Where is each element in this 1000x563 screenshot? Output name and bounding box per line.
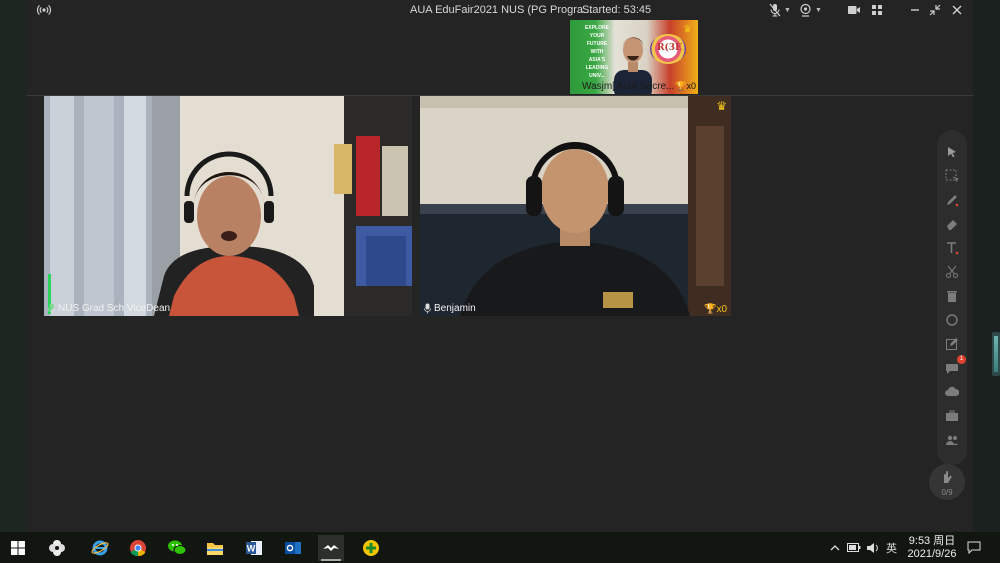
- internet-explorer-icon[interactable]: [87, 535, 113, 561]
- raise-hand-button[interactable]: 0/9: [929, 464, 965, 500]
- trophy-count: 🏆x0: [703, 304, 727, 315]
- edit-note-icon[interactable]: [944, 336, 960, 352]
- chevron-down-icon[interactable]: ▼: [815, 7, 822, 14]
- eraser-icon[interactable]: [944, 216, 960, 232]
- chevron-down-icon[interactable]: ▼: [784, 7, 791, 14]
- wechat-icon[interactable]: [164, 535, 190, 561]
- green-plus-app-icon[interactable]: [358, 535, 384, 561]
- participant-video: [44, 96, 412, 316]
- mic-icon: [48, 303, 55, 314]
- chrome-icon[interactable]: [125, 535, 151, 561]
- mic-muted-icon[interactable]: ▼: [769, 3, 791, 17]
- broadcast-icon[interactable]: [36, 3, 52, 17]
- restore-icon[interactable]: [929, 3, 941, 17]
- chat-icon[interactable]: 1: [944, 355, 966, 376]
- svg-text:W: W: [247, 544, 256, 554]
- battery-icon[interactable]: [847, 532, 861, 563]
- crown-icon: ♛: [716, 99, 727, 113]
- word-icon[interactable]: W: [241, 535, 267, 561]
- hand-icon: [944, 471, 952, 485]
- annotation-toolbar: 1: [937, 130, 967, 465]
- file-explorer-icon[interactable]: [202, 535, 228, 561]
- window-title: AUA EduFair2021 NUS (PG Progra...: [410, 4, 593, 16]
- notification-icon[interactable]: [967, 532, 981, 563]
- outlook-icon[interactable]: [280, 535, 306, 561]
- pen-icon[interactable]: [944, 192, 960, 208]
- webcam-icon[interactable]: ▼: [799, 3, 822, 17]
- scissors-icon[interactable]: [944, 264, 960, 280]
- participant-name-label: NUS Grad Sch ViceDean: [48, 302, 170, 315]
- toolbox-icon[interactable]: [944, 408, 960, 424]
- side-panel-handle[interactable]: [992, 332, 1000, 376]
- mic-icon: [424, 303, 431, 314]
- record-icon[interactable]: [944, 312, 960, 328]
- trophy-icon: 🏆x0: [675, 81, 696, 91]
- windows-start-icon[interactable]: [5, 535, 31, 561]
- windows-taskbar: W 英 9:53 周日 2021/9/26: [0, 532, 1000, 563]
- participant-video: [420, 96, 731, 316]
- tray-overflow-icon[interactable]: [830, 532, 840, 563]
- minimize-icon[interactable]: [909, 3, 921, 17]
- presenter-thumbnail[interactable]: EXPLORE YOUR FUTURE WITH ASIA'S LEADING …: [570, 20, 698, 94]
- participant-name-label: Benjamin: [424, 302, 476, 315]
- text-icon[interactable]: [944, 240, 960, 256]
- meeting-window: AUA EduFair2021 NUS (PG Progra... Starte…: [27, 0, 973, 532]
- title-bar: AUA EduFair2021 NUS (PG Progra... Starte…: [27, 0, 973, 20]
- thumbnail-banner-text: EXPLORE YOUR FUTURE WITH ASIA'S LEADING …: [585, 25, 609, 79]
- crown-icon: ♛: [683, 24, 692, 35]
- desktop-right-edge: [973, 0, 1000, 532]
- volume-icon[interactable]: [866, 532, 880, 563]
- system-clock[interactable]: 9:53 周日 2021/9/26: [902, 535, 962, 561]
- video-tile-benjamin[interactable]: ♛ Benjamin 🏆x0: [420, 96, 731, 316]
- cloud-icon[interactable]: [944, 384, 960, 400]
- video-tile-vicedean[interactable]: NUS Grad Sch ViceDean: [44, 96, 412, 316]
- meeting-timer: Started: 53:45: [582, 4, 652, 16]
- video-camera-icon[interactable]: [847, 3, 861, 17]
- select-area-icon[interactable]: [944, 168, 960, 184]
- participants-icon[interactable]: [944, 432, 960, 448]
- trash-icon[interactable]: [944, 288, 960, 304]
- close-icon[interactable]: [951, 3, 963, 17]
- desktop-left-edge: [0, 0, 27, 532]
- grid-layout-icon[interactable]: [871, 3, 883, 17]
- raise-hand-count: 0/9: [941, 488, 953, 497]
- classin-app-icon[interactable]: [318, 535, 344, 561]
- cursor-icon[interactable]: [944, 144, 960, 160]
- pinwheel-app-icon[interactable]: [44, 535, 70, 561]
- event-logo: R(3E: [650, 34, 686, 64]
- chat-badge: 1: [957, 355, 966, 364]
- input-method-indicator[interactable]: 英: [886, 532, 897, 563]
